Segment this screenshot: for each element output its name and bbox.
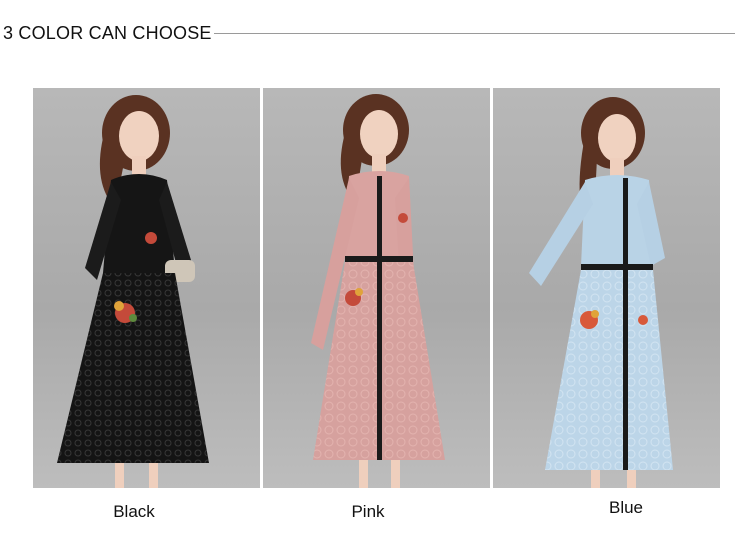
header: 3 COLOR CAN CHOOSE <box>0 22 735 44</box>
product-photo-blue[interactable] <box>493 88 720 488</box>
variant-label-blue[interactable]: Blue <box>566 498 686 518</box>
variant-label-pink[interactable]: Pink <box>308 502 428 522</box>
model-illustration-pink <box>311 94 445 488</box>
product-photo-pink[interactable] <box>263 88 490 488</box>
variant-label-black[interactable]: Black <box>74 502 194 522</box>
header-title: 3 COLOR CAN CHOOSE <box>3 22 212 43</box>
model-illustration-blue <box>529 97 673 488</box>
product-photo-black[interactable] <box>33 88 260 488</box>
model-illustration-black <box>57 95 209 488</box>
header-divider <box>213 33 735 34</box>
